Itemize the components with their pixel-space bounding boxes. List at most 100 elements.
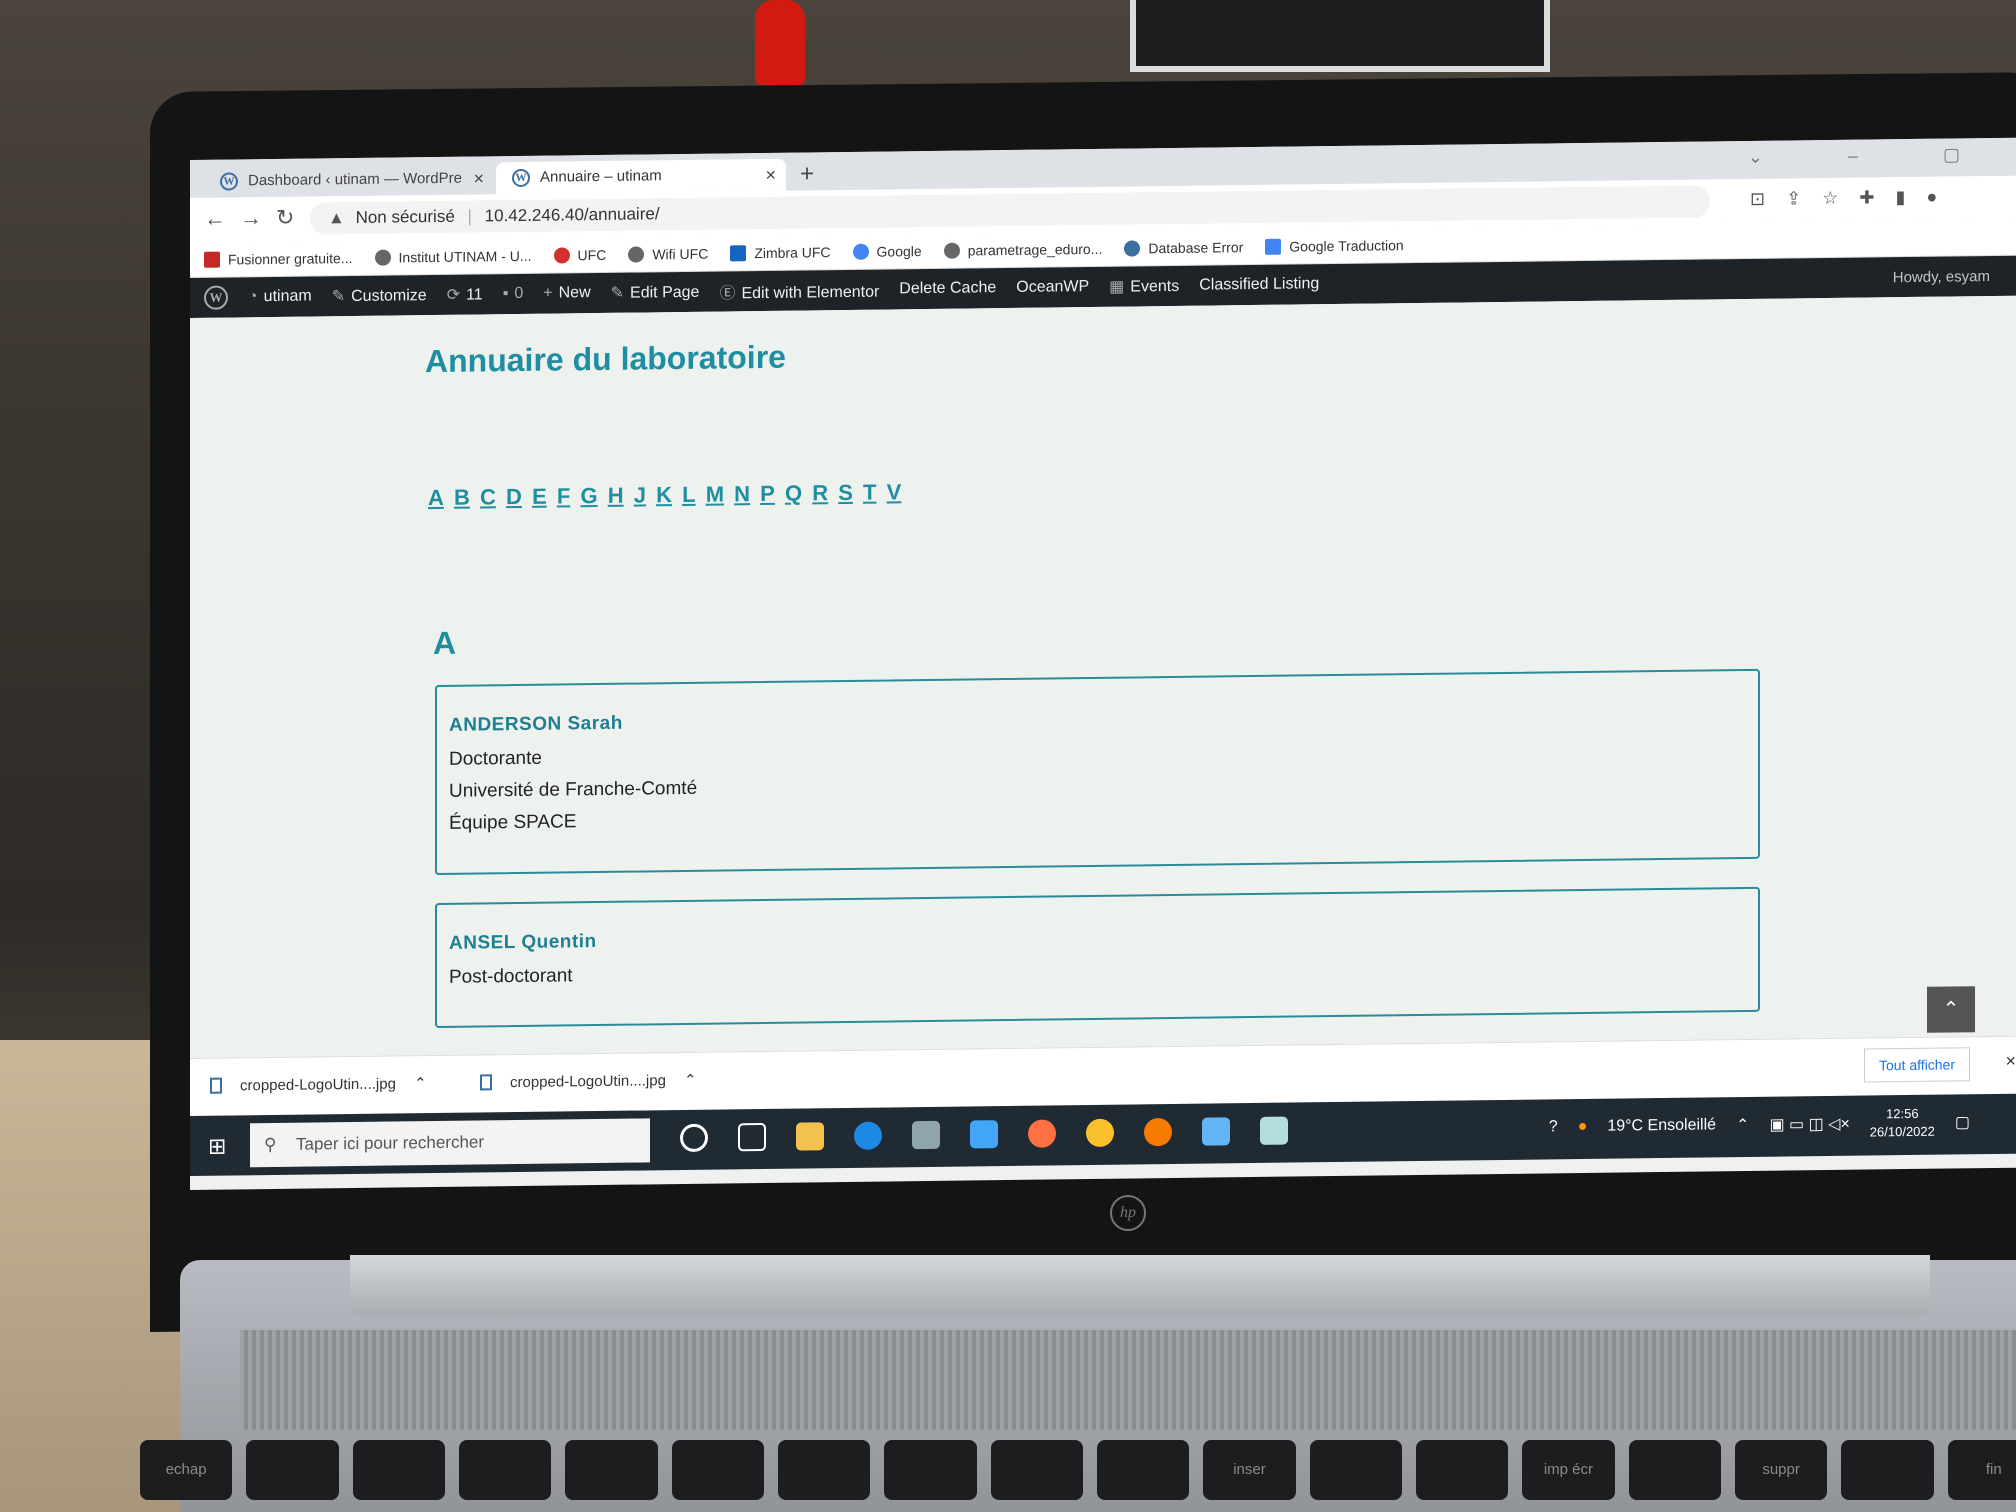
weather-text[interactable]: 19°C Ensoleillé bbox=[1607, 1116, 1716, 1135]
app-icon[interactable] bbox=[1260, 1116, 1288, 1145]
key-delete: suppr bbox=[1734, 1440, 1828, 1500]
close-icon[interactable]: × bbox=[765, 159, 776, 191]
admin-edit-page-link[interactable]: ✎ Edit Page bbox=[611, 282, 700, 303]
pencil-icon: ✎ bbox=[610, 284, 625, 302]
reload-icon[interactable]: ↻ bbox=[276, 205, 294, 231]
chrome-canary-icon[interactable] bbox=[1144, 1118, 1172, 1147]
admin-updates-link[interactable]: ⟳ 11 bbox=[447, 284, 483, 304]
bookmark-item[interactable]: Google Traduction bbox=[1265, 236, 1404, 255]
letter-link[interactable]: B bbox=[454, 485, 470, 510]
sidebar-icon[interactable]: ▮ bbox=[1895, 187, 1905, 207]
show-all-button[interactable]: Tout afficher bbox=[1863, 1047, 1970, 1083]
letter-link[interactable]: T bbox=[863, 480, 876, 505]
letter-link[interactable]: V bbox=[887, 479, 902, 504]
chevron-up-icon[interactable]: ⌃ bbox=[414, 1074, 427, 1092]
globe-icon bbox=[943, 242, 960, 259]
letter-link[interactable]: L bbox=[682, 482, 695, 507]
file-explorer-icon[interactable] bbox=[796, 1122, 824, 1151]
letter-link[interactable]: N bbox=[734, 481, 750, 506]
task-view-icon[interactable] bbox=[738, 1122, 766, 1152]
speaker-grille bbox=[240, 1330, 2016, 1430]
bookmark-item[interactable]: Google bbox=[852, 243, 922, 260]
bookmark-label: Google Traduction bbox=[1289, 236, 1404, 255]
new-tab-button[interactable]: + bbox=[800, 158, 814, 190]
store-icon[interactable] bbox=[912, 1120, 940, 1150]
back-arrow-icon[interactable]: ← bbox=[204, 206, 226, 232]
admin-site-link[interactable]: ◔ utinam bbox=[248, 288, 312, 307]
close-icon[interactable]: × bbox=[473, 162, 484, 194]
forward-arrow-icon[interactable]: → bbox=[240, 205, 262, 231]
cortana-icon[interactable] bbox=[680, 1123, 708, 1153]
scroll-top-button[interactable]: ⌃ bbox=[1927, 986, 1975, 1033]
updates-icon: ⟳ bbox=[446, 286, 461, 304]
chrome-icon[interactable] bbox=[1086, 1118, 1114, 1148]
admin-account-link[interactable]: Howdy, esyam bbox=[1893, 268, 1990, 286]
key bbox=[1309, 1440, 1402, 1500]
clock-date: 26/10/2022 bbox=[1869, 1123, 1935, 1140]
chevron-up-icon[interactable]: ⌃ bbox=[684, 1071, 697, 1089]
person-card: ANSEL Quentin Post-doctorant bbox=[435, 886, 1760, 1029]
notification-icon[interactable]: ▢ bbox=[1955, 1112, 1970, 1132]
window-controls[interactable]: ⌄ – ▢ bbox=[1748, 144, 2000, 168]
clock[interactable]: 12:56 26/10/2022 bbox=[1870, 1105, 1935, 1142]
bookmark-item[interactable]: Fusionner gratuite... bbox=[204, 250, 353, 268]
taskbar-search[interactable]: ⚲ Taper ici pour rechercher bbox=[250, 1118, 650, 1168]
admin-delete-cache-link[interactable]: Delete Cache bbox=[899, 279, 996, 298]
letter-link[interactable]: A bbox=[428, 485, 444, 510]
admin-elementor-link[interactable]: Ⓔ Edit with Elementor bbox=[719, 278, 879, 304]
wordpress-logo-icon[interactable]: W bbox=[204, 285, 228, 310]
windows-start-icon[interactable]: ⊞ bbox=[208, 1134, 226, 1160]
extensions-icon[interactable]: ✚ bbox=[1859, 187, 1874, 207]
bookmark-item[interactable]: Zimbra UFC bbox=[730, 244, 831, 261]
letter-link[interactable]: E bbox=[532, 484, 547, 509]
edge-icon[interactable] bbox=[854, 1121, 882, 1150]
letter-link[interactable]: M bbox=[706, 481, 724, 506]
download-item[interactable]: cropped-LogoUtin....jpg ⌃ bbox=[210, 1074, 427, 1095]
close-icon[interactable]: × bbox=[2005, 1051, 2016, 1072]
letter-link[interactable]: D bbox=[506, 484, 522, 509]
firefox-icon[interactable] bbox=[1028, 1119, 1056, 1148]
letter-link[interactable]: J bbox=[634, 482, 646, 507]
wordpress-icon bbox=[1124, 239, 1141, 257]
admin-oceanwp-link[interactable]: OceanWP bbox=[1016, 278, 1089, 297]
admin-events-link[interactable]: ▦ Events bbox=[1109, 276, 1179, 297]
letter-link[interactable]: R bbox=[812, 480, 828, 505]
share-icon[interactable]: ⇪ bbox=[1786, 188, 1801, 208]
url-text: 10.42.246.40/annuaire/ bbox=[484, 204, 660, 226]
key bbox=[990, 1440, 1083, 1500]
letter-link[interactable]: G bbox=[580, 483, 597, 508]
letter-link[interactable]: P bbox=[760, 481, 775, 506]
letter-link[interactable]: S bbox=[838, 480, 853, 505]
tray-icons[interactable]: ▣ ▭ ◫ ◁× bbox=[1769, 1114, 1849, 1135]
bookmark-item[interactable]: parametrage_eduro... bbox=[943, 240, 1102, 259]
tab-dashboard[interactable]: W Dashboard ‹ utinam — WordPre × bbox=[204, 162, 494, 198]
bookmark-item[interactable]: Institut UTINAM - U... bbox=[374, 247, 532, 266]
letter-link[interactable]: F bbox=[557, 483, 570, 508]
profile-icon[interactable]: ● bbox=[1926, 187, 1937, 207]
translate-icon[interactable]: ⊡ bbox=[1750, 189, 1765, 209]
download-item[interactable]: cropped-LogoUtin....jpg ⌃ bbox=[480, 1071, 697, 1092]
bookmark-item[interactable]: Database Error bbox=[1124, 239, 1243, 257]
help-icon[interactable]: ? bbox=[1549, 1118, 1558, 1136]
toolbar-icons[interactable]: ⊡ ⇪ ☆ ✚ ▮ ● bbox=[1750, 187, 1937, 210]
letter-link[interactable]: C bbox=[480, 484, 496, 509]
person-name[interactable]: ANDERSON Sarah bbox=[449, 699, 1746, 737]
bookmark-item[interactable]: Wifi UFC bbox=[628, 245, 709, 263]
page-content: Annuaire du laboratoire A B C D E F G H … bbox=[190, 295, 2016, 1058]
edit-page-label: Edit Page bbox=[630, 283, 700, 302]
tab-annuaire[interactable]: W Annuaire – utinam × bbox=[496, 158, 786, 195]
admin-comments-link[interactable]: ▪ 0 bbox=[503, 285, 524, 303]
bookmark-label: Wifi UFC bbox=[652, 245, 709, 262]
admin-classified-link[interactable]: Classified Listing bbox=[1199, 275, 1319, 294]
network-app-icon[interactable] bbox=[1202, 1117, 1230, 1146]
mail-icon[interactable] bbox=[970, 1120, 998, 1149]
person-name[interactable]: ANSEL Quentin bbox=[449, 917, 1746, 955]
letter-link[interactable]: K bbox=[656, 482, 672, 507]
admin-customize-link[interactable]: ✎ Customize bbox=[332, 285, 427, 306]
letter-link[interactable]: Q bbox=[785, 481, 802, 506]
chevron-up-icon[interactable]: ⌃ bbox=[1736, 1115, 1749, 1135]
star-icon[interactable]: ☆ bbox=[1822, 188, 1838, 208]
bookmark-item[interactable]: UFC bbox=[553, 246, 606, 264]
admin-new-link[interactable]: + New bbox=[543, 284, 590, 303]
letter-link[interactable]: H bbox=[608, 483, 624, 508]
